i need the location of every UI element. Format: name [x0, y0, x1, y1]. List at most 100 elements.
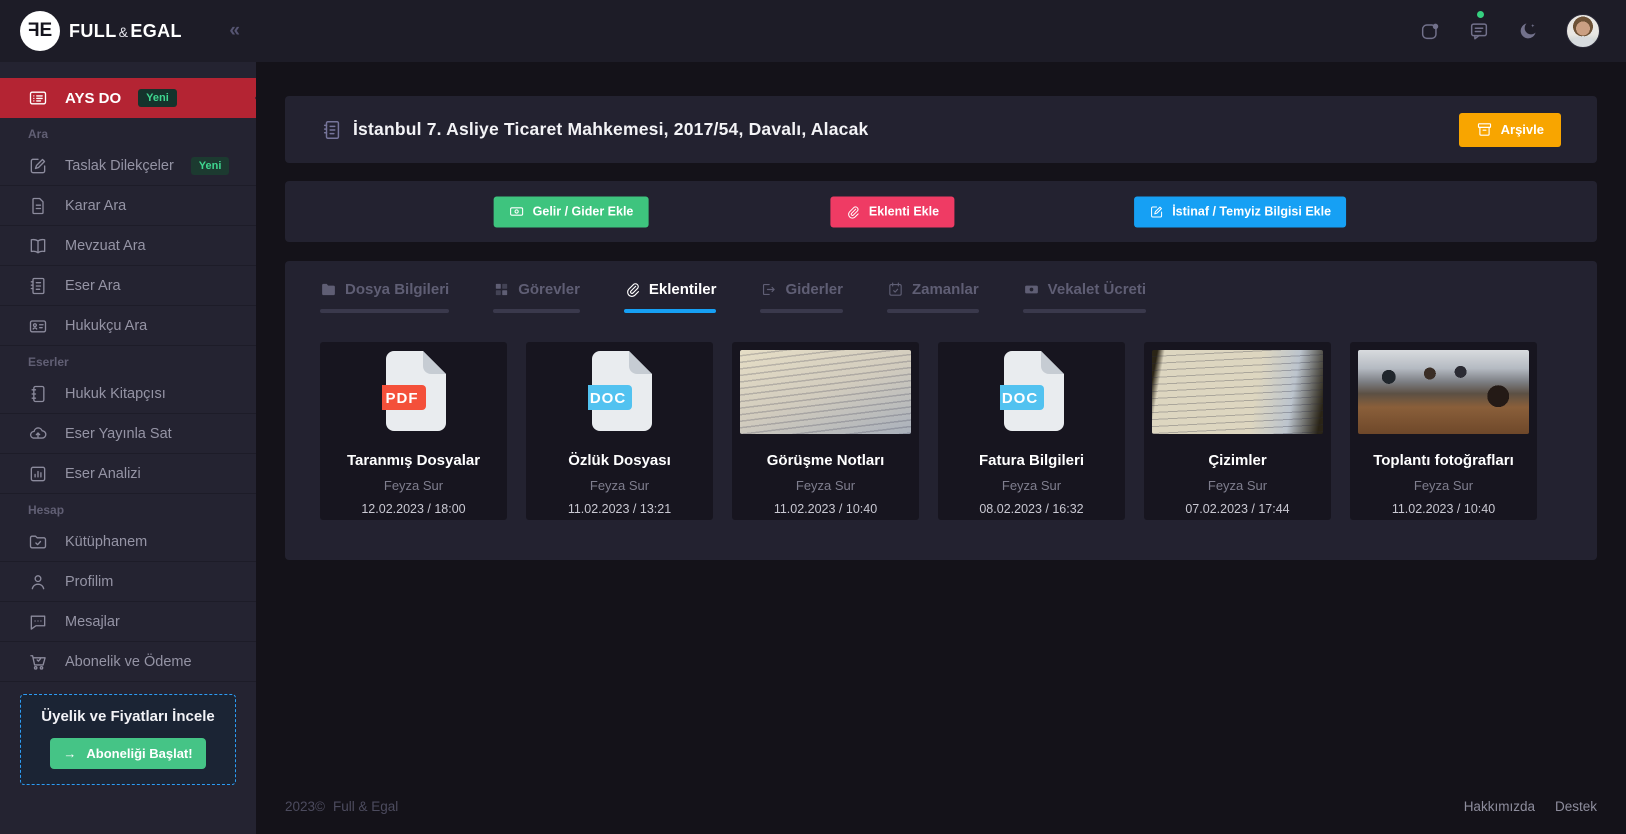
svg-text:DOC: DOC: [1001, 390, 1037, 407]
attachments-grid: PDF Taranmış Dosyalar Feyza Sur 12.02.20…: [320, 342, 1562, 520]
membership-promo-box: Üyelik ve Fiyatları İncele → Aboneliği B…: [20, 694, 236, 785]
unread-dot: [1477, 11, 1484, 18]
attachment-card[interactable]: Çizimler Feyza Sur 07.02.2023 / 17:44: [1144, 342, 1331, 520]
tab-underline: [1023, 309, 1146, 313]
dark-mode-moon-icon[interactable]: [1517, 20, 1539, 42]
tab-dosya-bilgileri[interactable]: Dosya Bilgileri: [320, 281, 449, 313]
attachment-author: Feyza Sur: [1002, 478, 1061, 493]
main-content: İstanbul 7. Asliye Ticaret Mahkemesi, 20…: [256, 62, 1626, 834]
attachment-card[interactable]: Görüşme Notları Feyza Sur 11.02.2023 / 1…: [732, 342, 919, 520]
document-icon: [28, 196, 48, 216]
archive-button[interactable]: Arşivle: [1459, 113, 1561, 147]
grid-icon: [493, 281, 510, 298]
tab-eklentiler[interactable]: Eklentiler: [624, 281, 717, 313]
sidebar-item-hukuk-kitapcisi[interactable]: Hukuk Kitapçısı: [0, 374, 256, 414]
sidebar-item-taslak-dilekceler[interactable]: Taslak Dilekçeler Yeni: [0, 146, 256, 186]
attachment-author: Feyza Sur: [796, 478, 855, 493]
promo-title: Üyelik ve Fiyatları İncele: [31, 708, 225, 725]
sidebar-item-eser-ara[interactable]: Eser Ara: [0, 266, 256, 306]
messages-icon[interactable]: [1468, 20, 1490, 42]
add-appeal-info-button[interactable]: İstinaf / Temyiz Bilgisi Ekle: [1134, 196, 1346, 227]
pencil-square-icon: [28, 156, 48, 176]
attachment-card[interactable]: DOC Fatura Bilgileri Feyza Sur 08.02.202…: [938, 342, 1125, 520]
sidebar-section-hesap: Hesap: [0, 494, 256, 522]
document-list-icon: [28, 276, 48, 296]
footer-link-destek[interactable]: Destek: [1555, 799, 1597, 814]
notification-icon[interactable]: [1419, 20, 1441, 42]
sidebar-item-ays-do[interactable]: AYS DO Yeni: [0, 78, 256, 118]
sidebar-section-eserler: Eserler: [0, 346, 256, 374]
cloud-upload-icon: [28, 424, 48, 444]
tab-gorevler[interactable]: Görevler: [493, 281, 580, 313]
case-title: İstanbul 7. Asliye Ticaret Mahkemesi, 20…: [353, 119, 868, 140]
sidebar-item-abonelik-ve-odeme[interactable]: Abonelik ve Ödeme: [0, 642, 256, 682]
sidebar-item-eser-analizi[interactable]: Eser Analizi: [0, 454, 256, 494]
attachment-card[interactable]: PDF Taranmış Dosyalar Feyza Sur 12.02.20…: [320, 342, 507, 520]
add-income-expense-button[interactable]: Gelir / Gider Ekle: [494, 196, 649, 227]
calendar-check-icon: [887, 281, 904, 298]
tab-underline: [493, 309, 580, 313]
sidebar-item-kutuphanem[interactable]: Kütüphanem: [0, 522, 256, 562]
folder-check-icon: [28, 532, 48, 552]
banknote-icon: [509, 204, 525, 220]
attachment-date: 12.02.2023 / 18:00: [361, 502, 465, 516]
tab-bar: Dosya Bilgileri Görevler Ekl: [320, 281, 1562, 313]
sidebar-item-label: AYS DO: [65, 90, 121, 107]
copyright: 2023©Full & Egal: [285, 799, 398, 814]
attachment-card[interactable]: Toplantı fotoğrafları Feyza Sur 11.02.20…: [1350, 342, 1537, 520]
brand-logo[interactable]: FE: [20, 11, 60, 51]
cart-icon: [28, 652, 48, 672]
sidebar-item-eser-yayinla-sat[interactable]: Eser Yayınla Sat: [0, 414, 256, 454]
start-subscription-button[interactable]: → Aboneliği Başlat!: [50, 738, 206, 769]
case-header-panel: İstanbul 7. Asliye Ticaret Mahkemesi, 20…: [285, 96, 1597, 163]
archive-box-icon: [1476, 121, 1493, 138]
sidebar-item-profilim[interactable]: Profilim: [0, 562, 256, 602]
attachment-date: 07.02.2023 / 17:44: [1185, 502, 1289, 516]
svg-text:DOC: DOC: [589, 390, 625, 407]
case-document-icon: [321, 119, 343, 141]
tab-vekalet-ucreti[interactable]: Vekalet Ücreti: [1023, 281, 1146, 313]
sidebar-section-ara: Ara: [0, 118, 256, 146]
tab-underline: [887, 309, 979, 313]
sidebar-item-karar-ara[interactable]: Karar Ara: [0, 186, 256, 226]
quick-actions-panel: Gelir / Gider Ekle Eklenti Ekle İstinaf …: [285, 181, 1597, 242]
banknote-icon: [1023, 281, 1040, 298]
tab-underline: [760, 309, 843, 313]
tab-underline: [320, 309, 449, 313]
attachment-title: Görüşme Notları: [767, 452, 885, 469]
footer-links: Hakkımızda Destek: [1464, 799, 1597, 814]
sidebar-item-mesajlar[interactable]: Mesajlar: [0, 602, 256, 642]
attachment-author: Feyza Sur: [1208, 478, 1267, 493]
new-badge: Yeni: [191, 157, 230, 175]
sidebar: AYS DO Yeni Ara Taslak Dilekçeler Yeni K…: [0, 62, 256, 834]
sidebar-item-mevzuat-ara[interactable]: Mevzuat Ara: [0, 226, 256, 266]
paperclip-icon: [624, 281, 641, 298]
user-icon: [28, 572, 48, 592]
user-avatar[interactable]: [1566, 14, 1600, 48]
footer-link-hakkimizda[interactable]: Hakkımızda: [1464, 799, 1535, 814]
sidebar-item-hukukcu-ara[interactable]: Hukukçu Ara: [0, 306, 256, 346]
tab-giderler[interactable]: Giderler: [760, 281, 843, 313]
attachment-date: 11.02.2023 / 10:40: [1392, 502, 1495, 516]
doc-file-icon: DOC: [526, 342, 713, 440]
case-tabs-panel: Dosya Bilgileri Görevler Ekl: [285, 261, 1597, 560]
attachment-title: Çizimler: [1208, 452, 1266, 469]
sidebar-collapse-button[interactable]: «: [229, 20, 238, 42]
export-icon: [760, 281, 777, 298]
attachment-date: 08.02.2023 / 16:32: [979, 502, 1083, 516]
attachment-title: Özlük Dosyası: [568, 452, 671, 469]
brand: FE FULL&EGAL «: [20, 11, 238, 51]
attachment-author: Feyza Sur: [384, 478, 443, 493]
notebook-icon: [28, 384, 48, 404]
tab-zamanlar[interactable]: Zamanlar: [887, 281, 979, 313]
chart-icon: [28, 464, 48, 484]
attachment-date: 11.02.2023 / 10:40: [774, 502, 877, 516]
arrow-right-icon: →: [63, 746, 76, 761]
footer: 2023©Full & Egal Hakkımızda Destek: [285, 799, 1597, 834]
chat-icon: [28, 612, 48, 632]
add-attachment-button[interactable]: Eklenti Ekle: [831, 196, 954, 227]
attachment-card[interactable]: DOC Özlük Dosyası Feyza Sur 11.02.2023 /…: [526, 342, 713, 520]
attachment-title: Taranmış Dosyalar: [347, 452, 480, 469]
attachment-author: Feyza Sur: [590, 478, 649, 493]
form-list-icon: [28, 88, 48, 108]
